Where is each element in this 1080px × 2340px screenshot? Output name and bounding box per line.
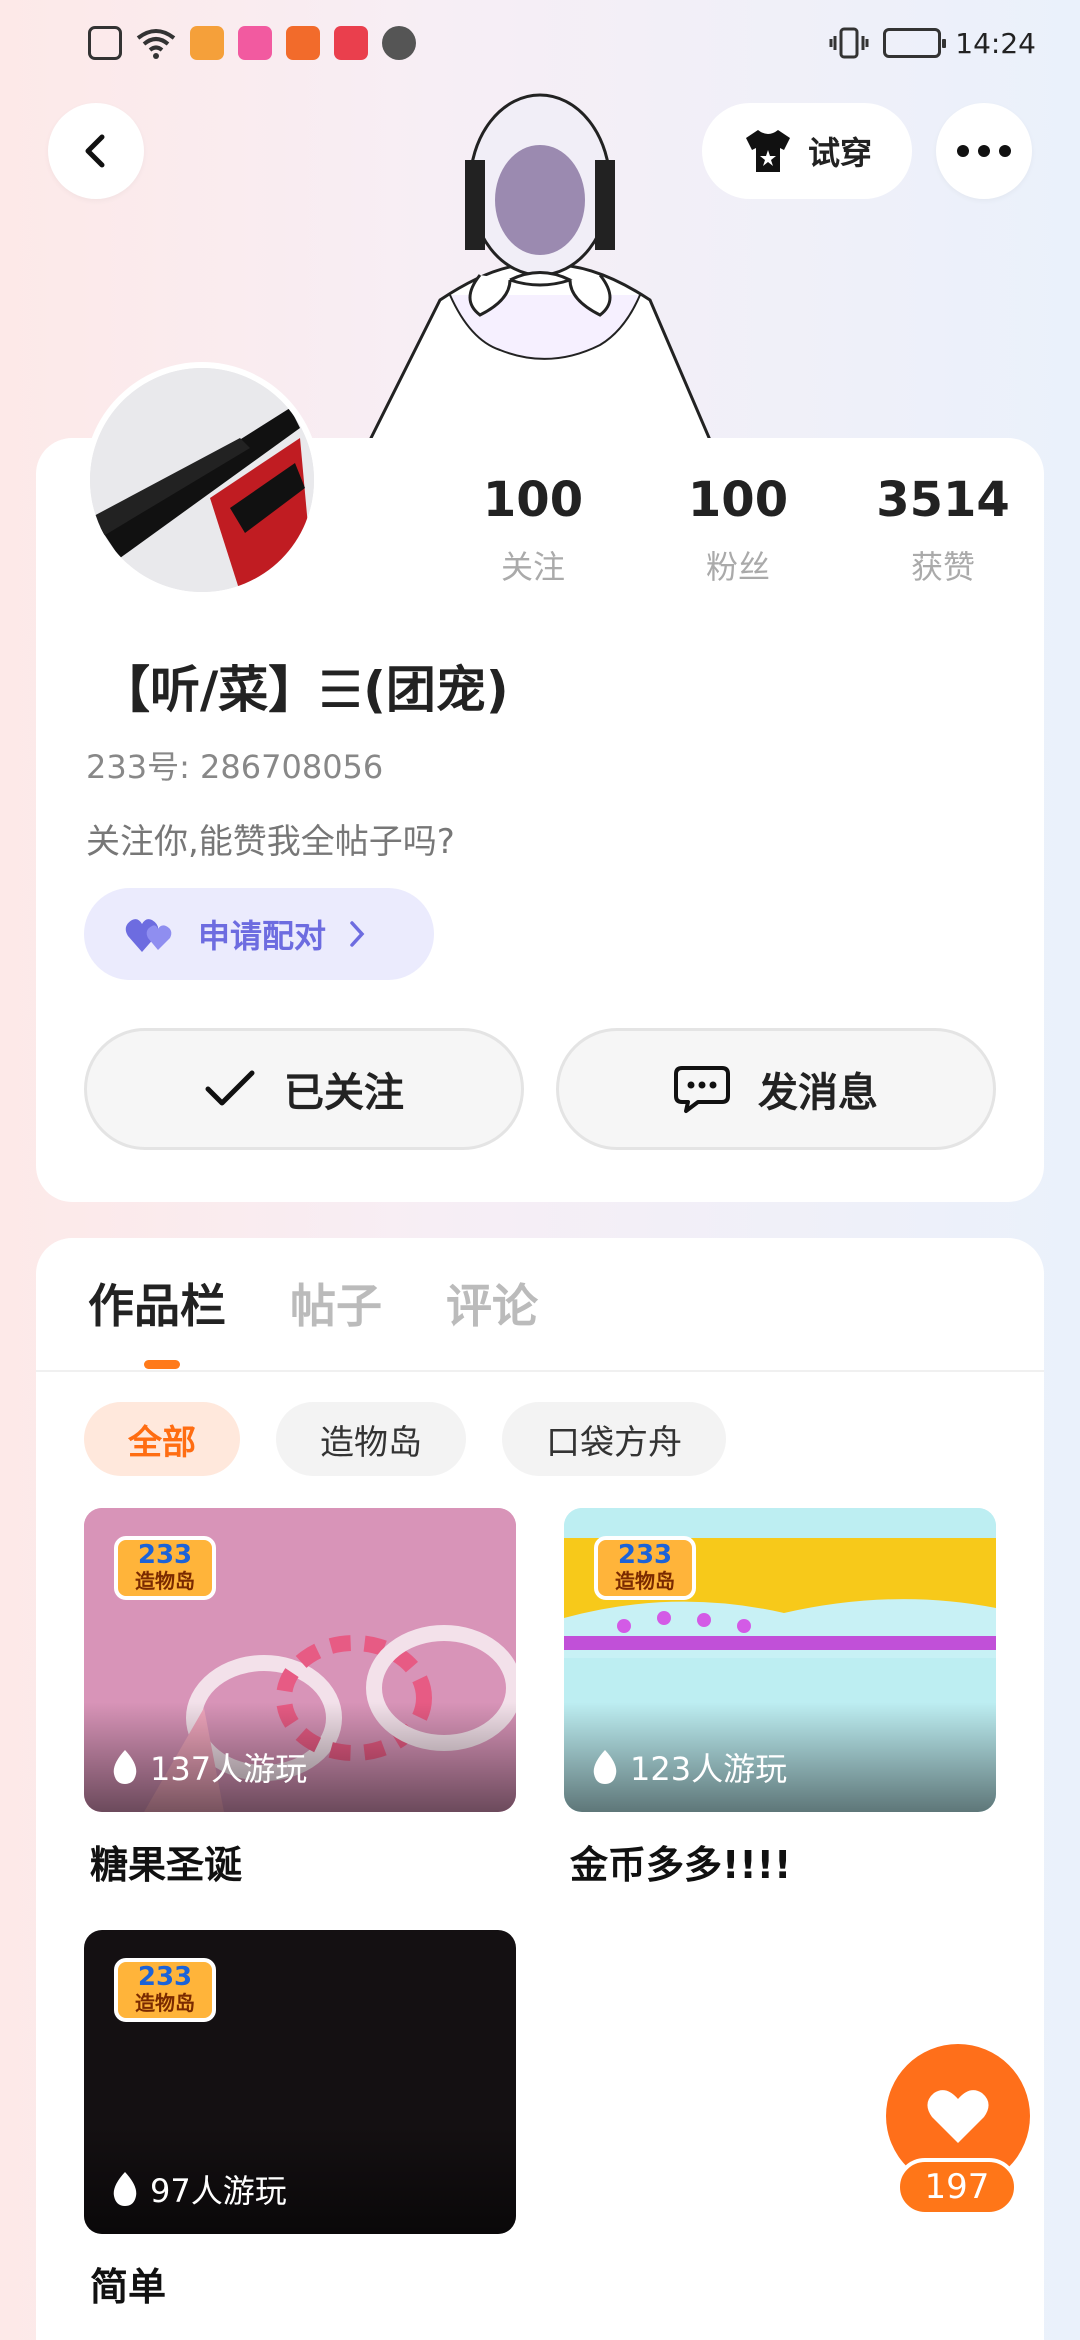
- game-title: 金币多多!!!!: [570, 1843, 792, 1887]
- video-app-icon: [190, 26, 224, 60]
- send-message-button[interactable]: 发消息: [556, 1028, 996, 1150]
- stat-fans[interactable]: 100 粉丝: [663, 470, 813, 600]
- creation-island-logo: 233 造物岛: [114, 1958, 216, 2022]
- active-tab-indicator: [144, 1360, 180, 1369]
- back-button[interactable]: [48, 103, 144, 199]
- heart-icon: [927, 2090, 989, 2143]
- double-heart-icon: [125, 919, 172, 952]
- avatar-image: [90, 368, 314, 592]
- chat-bubble-icon: [674, 1066, 730, 1113]
- play-count-text: 137人游玩: [150, 1750, 308, 1788]
- followed-label: 已关注: [284, 1070, 404, 1116]
- flame-icon: [593, 1750, 617, 1784]
- stat-fans-label: 粉丝: [705, 548, 770, 586]
- tab-posts[interactable]: 帖子: [290, 1270, 382, 1336]
- creation-island-logo: 233 造物岛: [114, 1536, 216, 1600]
- tab-comments[interactable]: 评论: [446, 1270, 538, 1336]
- more-button[interactable]: [936, 103, 1032, 199]
- logo-number: 233: [617, 1540, 673, 1570]
- tshirt-icon: [745, 130, 790, 172]
- apply-pair-label: 申请配对: [198, 917, 327, 955]
- tab-works[interactable]: 作品栏: [88, 1270, 226, 1336]
- play-count-text: 97人游玩: [150, 2172, 287, 2210]
- tab-divider: [36, 1370, 1044, 1372]
- filter-pocket-ark[interactable]: 口袋方舟: [502, 1402, 726, 1476]
- logo-text: 造物岛: [135, 1569, 195, 1593]
- game-thumbnail: 233 造物岛 97人游玩: [84, 1930, 516, 2234]
- flame-icon: [113, 1750, 137, 1784]
- game-app-icon: [286, 26, 320, 60]
- play-count: 97人游玩: [110, 2166, 287, 2212]
- status-bar: 14:24: [0, 0, 1080, 86]
- profile-tabs: 作品栏 帖子 评论: [88, 1270, 538, 1336]
- category-filters: 全部 造物岛 口袋方舟: [84, 1402, 726, 1476]
- status-icons-right: 14:24: [829, 26, 1036, 60]
- logo-text: 造物岛: [135, 1991, 195, 2015]
- filter-all[interactable]: 全部: [84, 1402, 240, 1476]
- apply-pair-button[interactable]: 申请配对: [84, 888, 434, 980]
- chevron-right-icon: [350, 921, 365, 947]
- stat-likes-label: 获赞: [910, 548, 975, 586]
- game-title: 简单: [90, 2265, 167, 2309]
- game-thumbnail: 233 造物岛 137人游玩: [84, 1508, 516, 1812]
- flame-icon: [113, 2172, 137, 2206]
- wechat-icon: [382, 26, 416, 60]
- followed-button[interactable]: 已关注: [84, 1028, 524, 1150]
- creation-island-logo: 233 造物岛: [594, 1536, 696, 1600]
- avatar-character-illustration: [368, 93, 712, 440]
- status-time: 14:24: [955, 26, 1036, 60]
- alert-icon: [88, 26, 122, 60]
- filter-creation-island[interactable]: 造物岛: [276, 1402, 466, 1476]
- play-count-text: 123人游玩: [630, 1750, 788, 1788]
- avatar[interactable]: [84, 362, 320, 598]
- battery-icon: [883, 28, 947, 58]
- logo-text: 造物岛: [615, 1569, 675, 1593]
- bilibili-app-icon: [238, 26, 272, 60]
- stat-following-label: 关注: [500, 548, 565, 586]
- stat-following[interactable]: 100 关注: [458, 470, 608, 600]
- more-dots-icon: [957, 145, 1011, 157]
- game-thumbnail: 233 造物岛 123人游玩: [564, 1508, 996, 1812]
- game-card[interactable]: 233 造物岛 123人游玩 金币多多!!!!: [564, 1508, 996, 1889]
- checkmark-icon: [205, 1070, 255, 1106]
- logo-number: 233: [137, 1540, 193, 1570]
- vibrate-icon: [829, 27, 869, 59]
- profile-uid: 233号: 286708056: [86, 748, 384, 786]
- logo-number: 233: [137, 1962, 193, 1992]
- send-message-label: 发消息: [758, 1070, 878, 1116]
- play-count: 123人游玩: [590, 1744, 787, 1790]
- user-profile-page: 14:24 试穿 100 关注 100 粉丝 3514 获赞 【听/菜】☰(团宠…: [0, 0, 1080, 2340]
- status-icons-left: [88, 26, 416, 60]
- try-on-button[interactable]: 试穿: [702, 103, 912, 199]
- stat-likes-value: 3514: [876, 472, 1010, 528]
- book-app-icon: [334, 26, 368, 60]
- try-on-label: 试穿: [807, 134, 872, 172]
- stat-following-value: 100: [482, 472, 584, 528]
- game-card[interactable]: 233 造物岛 137人游玩 糖果圣诞: [84, 1508, 516, 1889]
- wifi-icon: [136, 29, 176, 59]
- play-count: 137人游玩: [110, 1744, 307, 1790]
- game-title: 糖果圣诞: [90, 1843, 243, 1887]
- profile-nickname: 【听/菜】☰(团宠): [100, 661, 509, 719]
- profile-stats: 100 关注 100 粉丝 3514 获赞: [458, 470, 1018, 600]
- like-count: 197: [896, 2158, 1018, 2216]
- stat-fans-value: 100: [687, 472, 789, 528]
- stat-likes[interactable]: 3514 获赞: [868, 470, 1018, 600]
- chevron-left-icon: [85, 134, 105, 168]
- profile-bio: 关注你,能赞我全帖子吗?: [86, 822, 455, 862]
- game-card[interactable]: 233 造物岛 97人游玩 简单: [84, 1930, 516, 2311]
